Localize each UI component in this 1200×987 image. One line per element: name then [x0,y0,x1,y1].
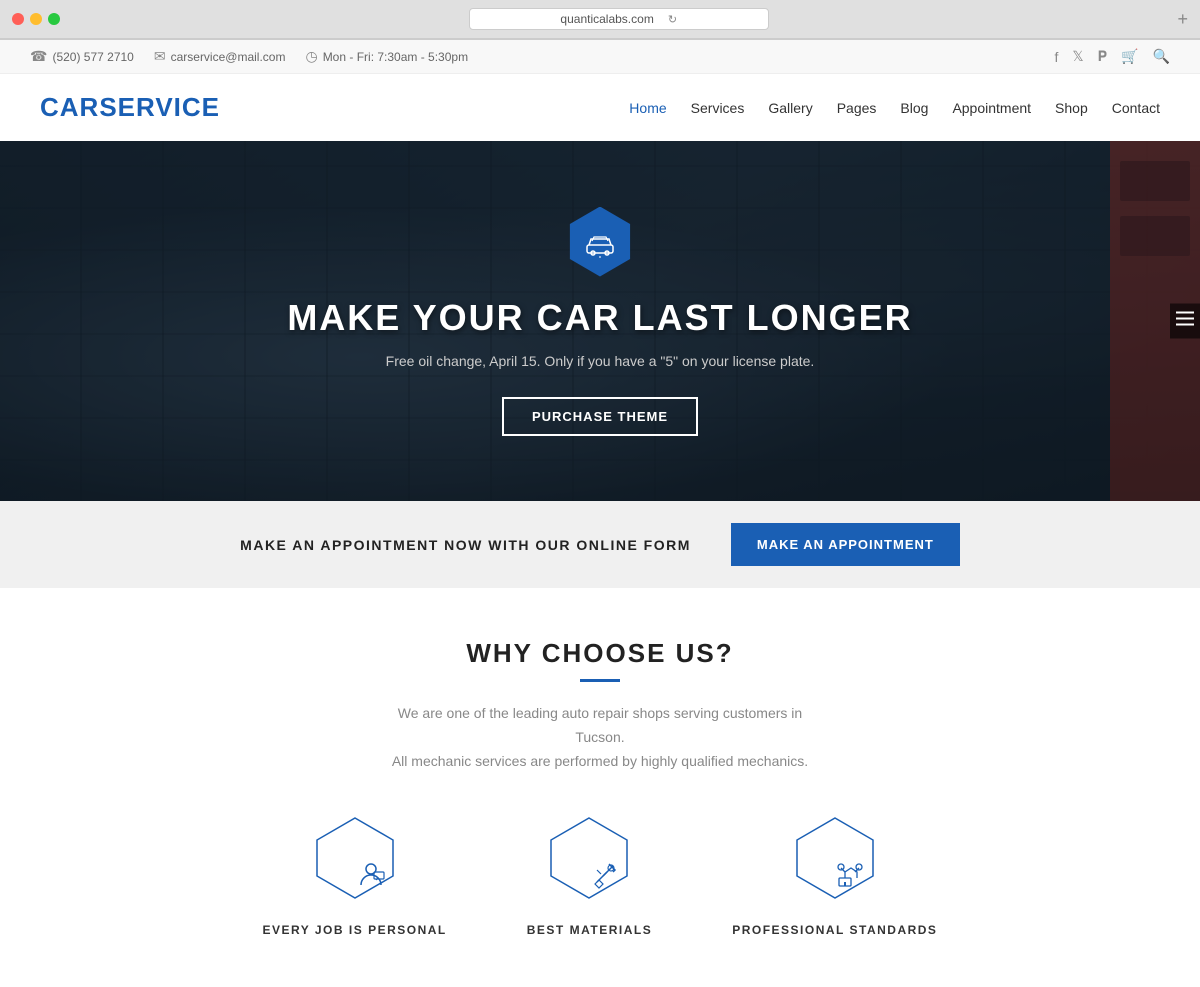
hex-outline-standards [790,813,880,903]
hours-item: ◷ Mon - Fri: 7:30am - 5:30pm [305,48,468,65]
hero-hex-icon [565,207,635,277]
address-bar[interactable]: quanticalabs.com ↻ [469,8,769,30]
appointment-banner-text: MAKE AN APPOINTMENT NOW WITH OUR ONLINE … [240,537,691,553]
phone-item: ☎ (520) 577 2710 [30,48,134,65]
browser-chrome: quanticalabs.com ↻ + [0,0,1200,40]
nav-item-pages[interactable]: Pages [837,100,877,116]
nav-item-appointment[interactable]: Appointment [952,100,1031,116]
browser-dots [12,13,60,25]
nav-link-home[interactable]: Home [629,100,666,116]
personal-label: EVERY JOB IS PERSONAL [263,923,447,937]
email-address: carservice@mail.com [171,50,286,64]
hex-outline-materials [544,813,634,903]
nav-link-services[interactable]: Services [691,100,745,116]
address-bar-container: quanticalabs.com ↻ [72,8,1165,30]
why-choose-us-section: WHY CHOOSE US? We are one of the leading… [0,588,1200,987]
why-card-materials: BEST MATERIALS [527,813,652,937]
brand-logo[interactable]: CARSERVICE [40,92,220,123]
phone-icon: ☎ [30,48,47,65]
business-hours: Mon - Fri: 7:30am - 5:30pm [323,50,468,64]
hero-content: MAKE YOUR CAR LAST LONGER Free oil chang… [287,207,912,436]
close-button[interactable] [12,13,24,25]
hero-section: MAKE YOUR CAR LAST LONGER Free oil chang… [0,141,1200,501]
nav-link-pages[interactable]: Pages [837,100,877,116]
facebook-icon[interactable]: f [1054,49,1058,65]
clock-icon: ◷ [305,48,317,65]
nav-item-gallery[interactable]: Gallery [768,100,812,116]
phone-number: (520) 577 2710 [52,50,133,64]
nav-link-gallery[interactable]: Gallery [768,100,812,116]
nav-item-blog[interactable]: Blog [900,100,928,116]
hero-title: MAKE YOUR CAR LAST LONGER [287,297,912,339]
email-icon: ✉ [154,48,166,65]
hero-subtitle: Free oil change, April 15. Only if you h… [287,353,912,369]
pinterest-icon[interactable]: 𝐏 [1098,48,1107,65]
email-item: ✉ carservice@mail.com [154,48,286,65]
top-bar-right: f 𝕏 𝐏 🛒 🔍 [1054,48,1170,65]
twitter-icon[interactable]: 𝕏 [1072,48,1083,65]
sidebar-toggle-button[interactable] [1170,304,1200,339]
top-bar-left: ☎ (520) 577 2710 ✉ carservice@mail.com ◷… [30,48,468,65]
why-subtitle: We are one of the leading auto repair sh… [375,702,825,773]
nav-links: Home Services Gallery Pages Blog Appoint… [629,100,1160,116]
why-card-personal: EVERY JOB IS PERSONAL [263,813,447,937]
new-tab-button[interactable]: + [1177,9,1188,30]
why-divider [580,679,620,682]
hex-outline-personal [310,813,400,903]
top-info-bar: ☎ (520) 577 2710 ✉ carservice@mail.com ◷… [0,40,1200,74]
car-icon [583,225,617,259]
nav-link-appointment[interactable]: Appointment [952,100,1031,116]
nav-link-shop[interactable]: Shop [1055,100,1088,116]
purchase-theme-button[interactable]: PURCHASE THEME [502,397,698,436]
search-icon[interactable]: 🔍 [1153,48,1170,65]
why-title: WHY CHOOSE US? [40,638,1160,669]
make-appointment-button[interactable]: MAKE AN APPOINTMENT [731,523,960,566]
minimize-button[interactable] [30,13,42,25]
why-cards: EVERY JOB IS PERSONAL [40,813,1160,957]
fullscreen-button[interactable] [48,13,60,25]
browser-title-bar: quanticalabs.com ↻ + [0,0,1200,39]
cart-icon[interactable]: 🛒 [1121,48,1138,65]
main-nav: CARSERVICE Home Services Gallery Pages B… [0,74,1200,141]
url-text: quanticalabs.com [560,12,653,26]
nav-item-shop[interactable]: Shop [1055,100,1088,116]
nav-item-contact[interactable]: Contact [1112,100,1160,116]
nav-link-blog[interactable]: Blog [900,100,928,116]
nav-link-contact[interactable]: Contact [1112,100,1160,116]
nav-item-services[interactable]: Services [691,100,745,116]
materials-label: BEST MATERIALS [527,923,652,937]
standards-label: PROFESSIONAL STANDARDS [732,923,937,937]
appointment-banner: MAKE AN APPOINTMENT NOW WITH OUR ONLINE … [0,501,1200,588]
nav-item-home[interactable]: Home [629,100,666,116]
refresh-icon[interactable]: ↻ [668,13,677,26]
why-card-standards: PROFESSIONAL STANDARDS [732,813,937,937]
hamburger-icon [1176,312,1194,326]
